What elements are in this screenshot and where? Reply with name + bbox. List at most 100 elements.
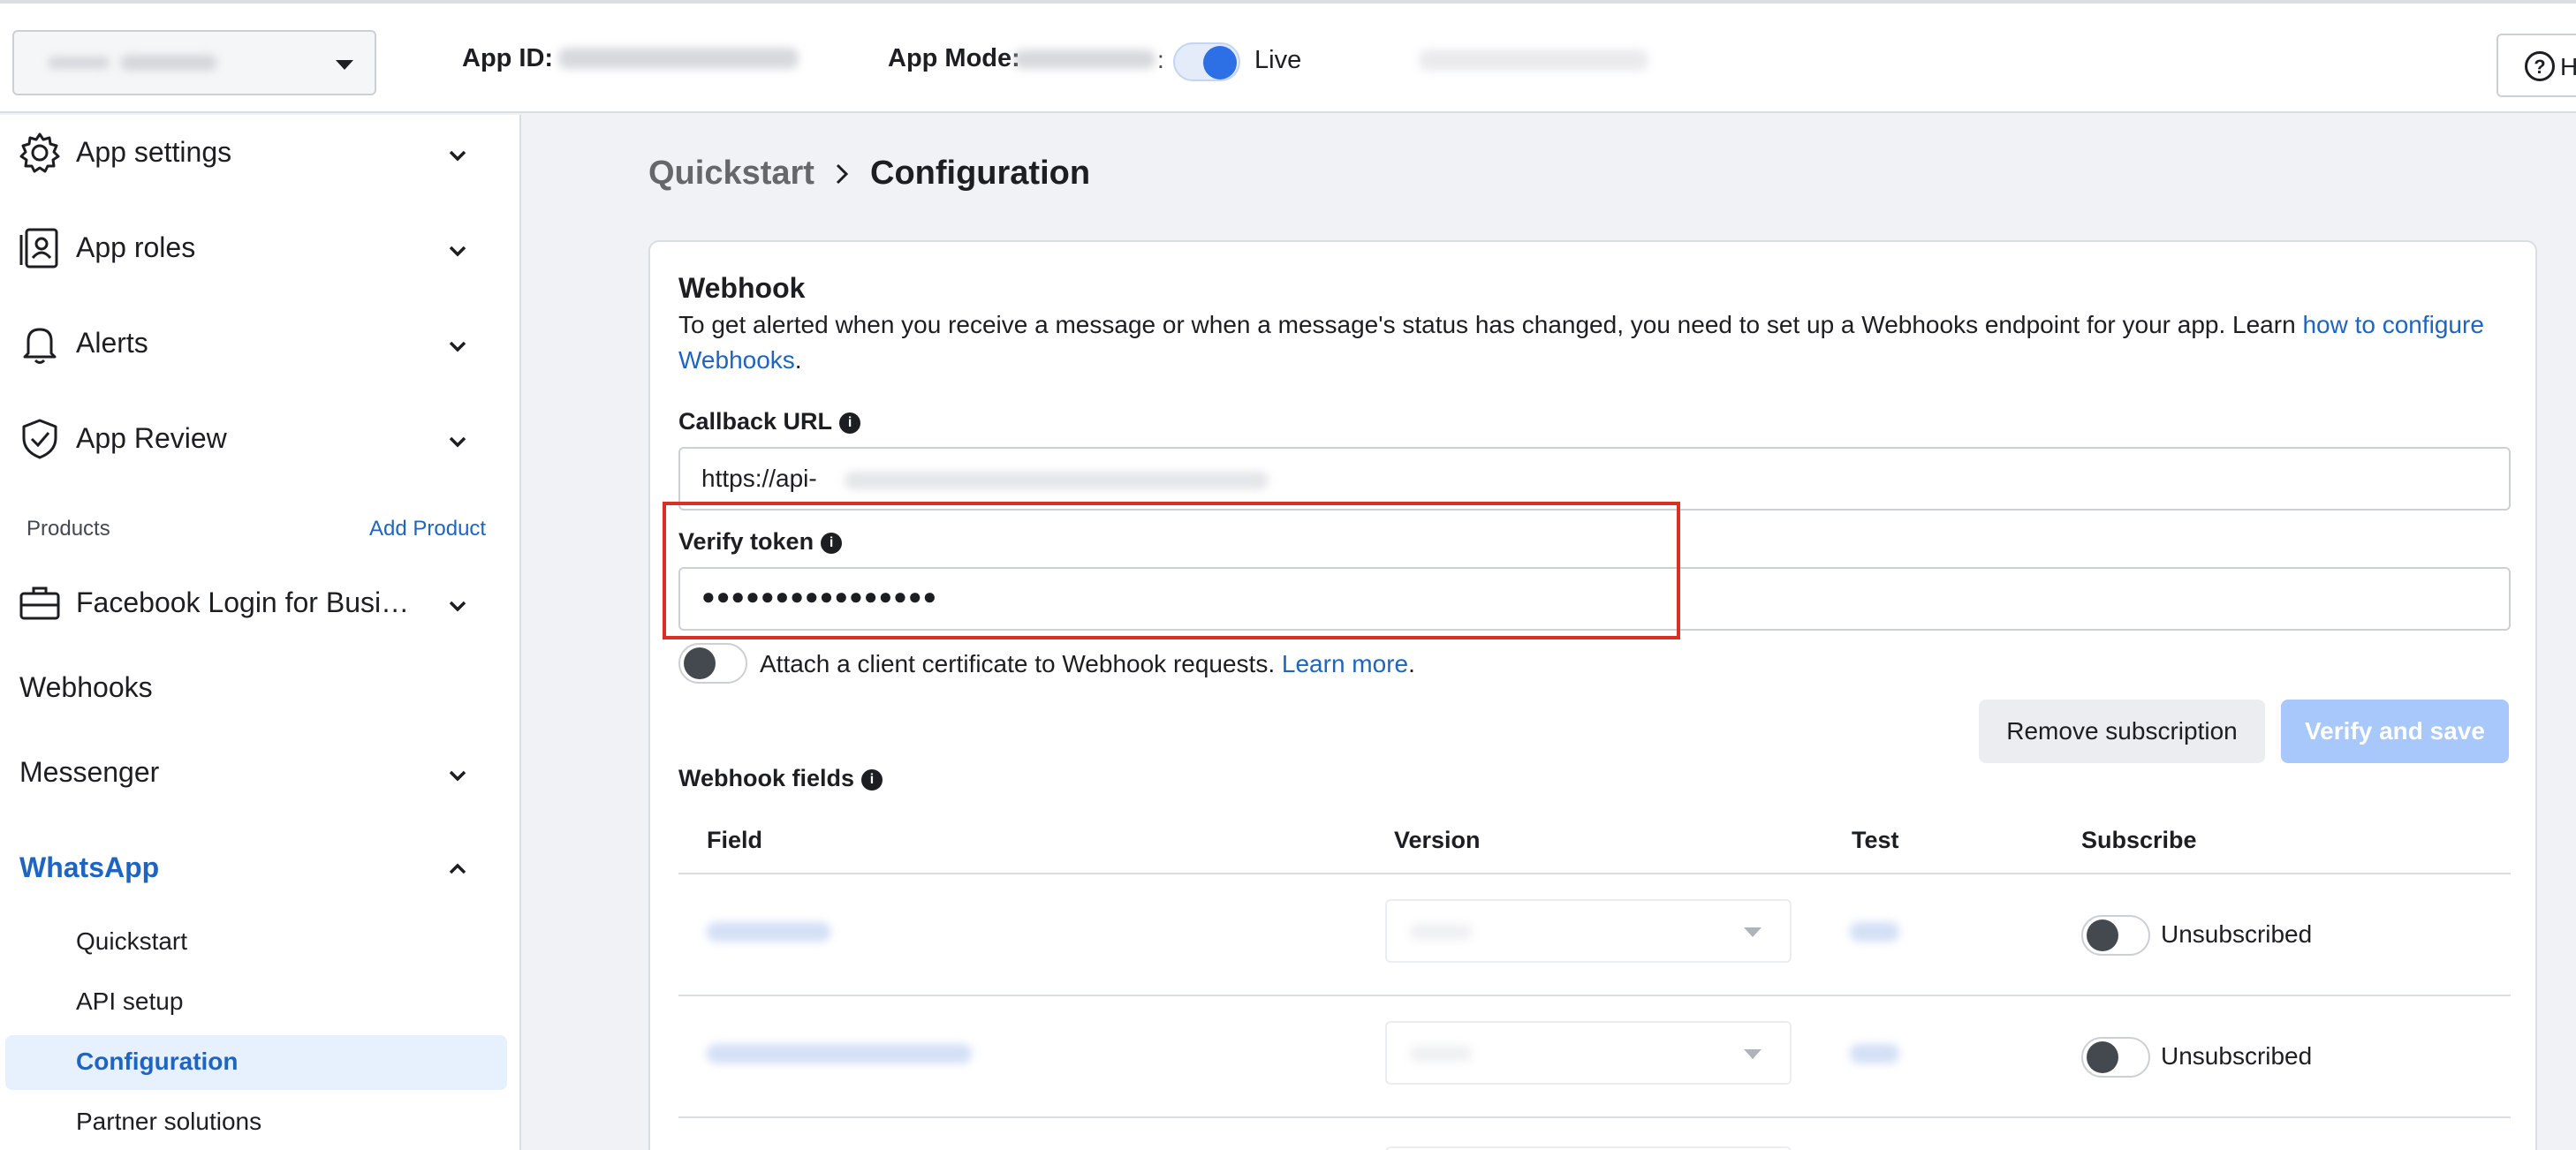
- field-name-link[interactable]: [707, 1044, 972, 1063]
- table-row-divider: [678, 1116, 2511, 1118]
- sidebar-item-label: Facebook Login for Busi…: [76, 586, 410, 618]
- sidebar-item-label: App settings: [76, 136, 232, 168]
- callback-url-blurred: [845, 472, 1269, 489]
- chevron-down-icon: [449, 341, 466, 352]
- column-header-test: Test: [1852, 827, 1899, 853]
- sidebar: App settings App roles Alerts App Review…: [0, 115, 521, 1150]
- callback-url-label-text: Callback URL: [678, 408, 833, 435]
- breadcrumb-parent[interactable]: Quickstart: [648, 155, 814, 193]
- sidebar-item-app-roles[interactable]: App roles: [0, 214, 519, 284]
- sidebar-item-label: App roles: [76, 231, 196, 263]
- top-bar: App ID: App Mode: : Live ? H: [0, 0, 2576, 113]
- app-mode-value: Live: [1254, 46, 1302, 74]
- info-icon[interactable]: i: [861, 768, 883, 791]
- sidebar-subitem-label: Partner solutions: [76, 1108, 262, 1135]
- sidebar-subitem-api-setup[interactable]: API setup: [0, 975, 519, 1030]
- webhook-card: Webhook To get alerted when you receive …: [648, 240, 2537, 1150]
- gear-icon: [19, 132, 60, 173]
- sidebar-subitem-partner-solutions[interactable]: Partner solutions: [0, 1095, 519, 1150]
- client-certificate-label: Attach a client certificate to Webhook r…: [760, 650, 1415, 678]
- attach-suffix: .: [1408, 650, 1415, 677]
- sidebar-item-messenger[interactable]: Messenger: [0, 738, 519, 809]
- chevron-down-icon: [449, 246, 466, 257]
- toggle-knob: [1203, 46, 1237, 79]
- sidebar-subitem-label: Quickstart: [76, 927, 188, 955]
- subscription-status: Unsubscribed: [2161, 1042, 2313, 1070]
- shield-check-icon: [22, 419, 57, 459]
- sidebar-item-label: App Review: [76, 422, 227, 454]
- table-row-divider: [678, 995, 2511, 996]
- sidebar-item-app-review[interactable]: App Review: [0, 405, 519, 475]
- briefcase-icon: [19, 586, 60, 620]
- app-type-blurred: [1419, 49, 1648, 71]
- version-value-blurred: [1410, 924, 1472, 940]
- remove-subscription-button[interactable]: Remove subscription: [1979, 700, 2265, 763]
- products-section-label: Products: [27, 517, 110, 541]
- attach-text: Attach a client certificate to Webhook r…: [760, 650, 1282, 677]
- chevron-down-icon: [1744, 927, 1762, 937]
- id-badge-icon: [19, 228, 58, 269]
- version-select[interactable]: [1385, 1021, 1792, 1085]
- sidebar-subitem-configuration[interactable]: Configuration: [5, 1035, 507, 1090]
- chevron-down-icon: [449, 150, 466, 162]
- field-name-link[interactable]: [707, 922, 830, 942]
- chevron-down-icon: [449, 770, 466, 782]
- column-header-subscribe: Subscribe: [2081, 827, 2197, 853]
- sidebar-item-facebook-login[interactable]: Facebook Login for Busi…: [0, 569, 519, 639]
- version-select[interactable]: [1385, 1146, 1792, 1150]
- app-id-label: App ID:: [462, 44, 554, 72]
- app-icon-blurred: [48, 57, 110, 69]
- toggle-knob: [2087, 919, 2118, 951]
- chevron-down-icon: [449, 601, 466, 612]
- app-id-value: [558, 48, 799, 69]
- sidebar-subitem-quickstart[interactable]: Quickstart: [0, 915, 519, 970]
- learn-more-link[interactable]: Learn more: [1282, 650, 1408, 677]
- page-title: Configuration: [870, 155, 1091, 192]
- webhook-title: Webhook: [678, 272, 806, 304]
- chevron-up-icon: [449, 863, 466, 874]
- webhook-fields-label-text: Webhook fields: [678, 765, 855, 791]
- subscription-status: Unsubscribed: [2161, 920, 2313, 948]
- chevron-right-icon: [836, 163, 849, 185]
- app-selector[interactable]: [12, 30, 376, 95]
- sidebar-item-label: Alerts: [76, 327, 148, 359]
- verify-and-save-button[interactable]: Verify and save: [2281, 700, 2509, 763]
- description-suffix: .: [794, 346, 802, 374]
- sidebar-item-alerts[interactable]: Alerts: [0, 309, 519, 380]
- app-name-blurred: [120, 55, 217, 71]
- callback-url-label: Callback URL i: [678, 408, 861, 435]
- sidebar-item-whatsapp[interactable]: WhatsApp: [0, 834, 519, 904]
- chevron-down-icon: [1744, 1049, 1762, 1059]
- sidebar-item-webhooks[interactable]: Webhooks: [0, 654, 519, 724]
- app-mode-label: App Mode:: [888, 44, 1020, 72]
- help-button[interactable]: ? H: [2496, 34, 2576, 97]
- sidebar-item-app-settings[interactable]: App settings: [0, 118, 519, 189]
- add-product-link[interactable]: Add Product: [369, 517, 486, 541]
- table-header-divider: [678, 873, 2511, 874]
- app-mode-toggle[interactable]: [1173, 42, 1240, 81]
- toggle-knob: [2087, 1041, 2118, 1073]
- help-label: H: [2560, 53, 2576, 80]
- test-link[interactable]: [1850, 922, 1899, 942]
- version-select[interactable]: [1385, 899, 1792, 963]
- sidebar-item-label: Messenger: [19, 756, 160, 788]
- webhook-description: To get alerted when you receive a messag…: [678, 307, 2534, 378]
- bell-icon: [23, 328, 57, 364]
- column-header-version: Version: [1394, 827, 1481, 853]
- test-link[interactable]: [1850, 1044, 1899, 1063]
- verify-token-highlight: [663, 502, 1680, 639]
- app-mode-type-blurred: [1014, 49, 1155, 69]
- toggle-knob: [684, 647, 716, 679]
- version-value-blurred: [1410, 1046, 1472, 1062]
- callback-url-value: https://api-: [701, 465, 817, 492]
- info-icon[interactable]: i: [839, 412, 861, 434]
- client-certificate-toggle[interactable]: [678, 643, 747, 684]
- sidebar-item-label: Webhooks: [19, 671, 153, 703]
- sidebar-item-label: WhatsApp: [19, 851, 160, 883]
- webhook-fields-label: Webhook fields i: [678, 765, 883, 792]
- column-header-field: Field: [707, 827, 763, 853]
- subscribe-toggle[interactable]: [2081, 915, 2150, 956]
- subscribe-toggle[interactable]: [2081, 1037, 2150, 1078]
- sidebar-subitem-label: API setup: [76, 987, 184, 1015]
- sidebar-subitem-label: Configuration: [76, 1048, 239, 1075]
